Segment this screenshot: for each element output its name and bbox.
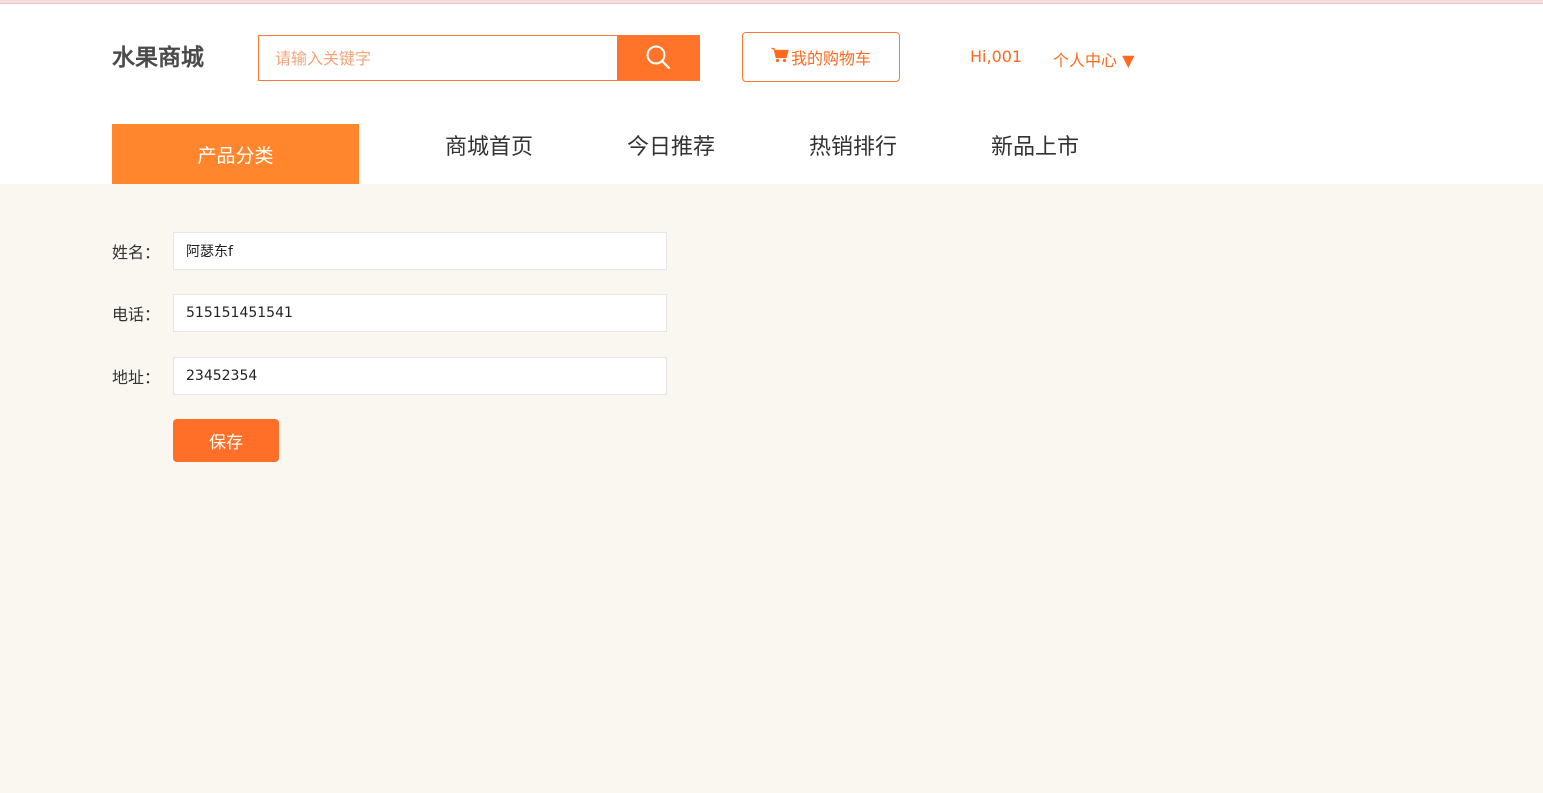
cart-label: 我的购物车 xyxy=(790,49,871,68)
site-logo[interactable]: 水果商城 xyxy=(112,38,204,72)
name-row: 姓名： xyxy=(112,232,667,270)
address-row: 地址： xyxy=(112,357,667,395)
save-button[interactable]: 保存 xyxy=(173,419,279,462)
search-input[interactable] xyxy=(259,36,617,80)
user-greeting[interactable]: Hi,001 xyxy=(970,47,1022,66)
phone-row: 电话： xyxy=(112,294,667,332)
nav-product-category[interactable]: 产品分类 xyxy=(112,124,359,184)
name-field[interactable] xyxy=(173,232,667,270)
search-bar xyxy=(258,35,700,81)
nav-home[interactable]: 商城首页 xyxy=(445,129,533,161)
nav-best-sellers[interactable]: 热销排行 xyxy=(809,129,897,161)
search-icon xyxy=(645,44,671,73)
search-button[interactable] xyxy=(617,36,699,80)
phone-label: 电话： xyxy=(112,305,161,324)
nav-today-recommend[interactable]: 今日推荐 xyxy=(627,129,715,161)
cart-button[interactable]: 我的购物车 xyxy=(742,32,900,82)
address-label: 地址： xyxy=(112,368,161,387)
nav-new-arrivals[interactable]: 新品上市 xyxy=(991,129,1079,161)
address-field[interactable] xyxy=(173,357,667,395)
name-label: 姓名： xyxy=(112,243,161,262)
header: 水果商城 我的购物车 Hi,001 个人中心 ▼ 产品分类 商城首页 今日推荐 … xyxy=(0,4,1543,184)
user-center-menu[interactable]: 个人中心 ▼ xyxy=(1053,47,1134,71)
phone-field[interactable] xyxy=(173,294,667,332)
cart-icon xyxy=(771,47,791,67)
